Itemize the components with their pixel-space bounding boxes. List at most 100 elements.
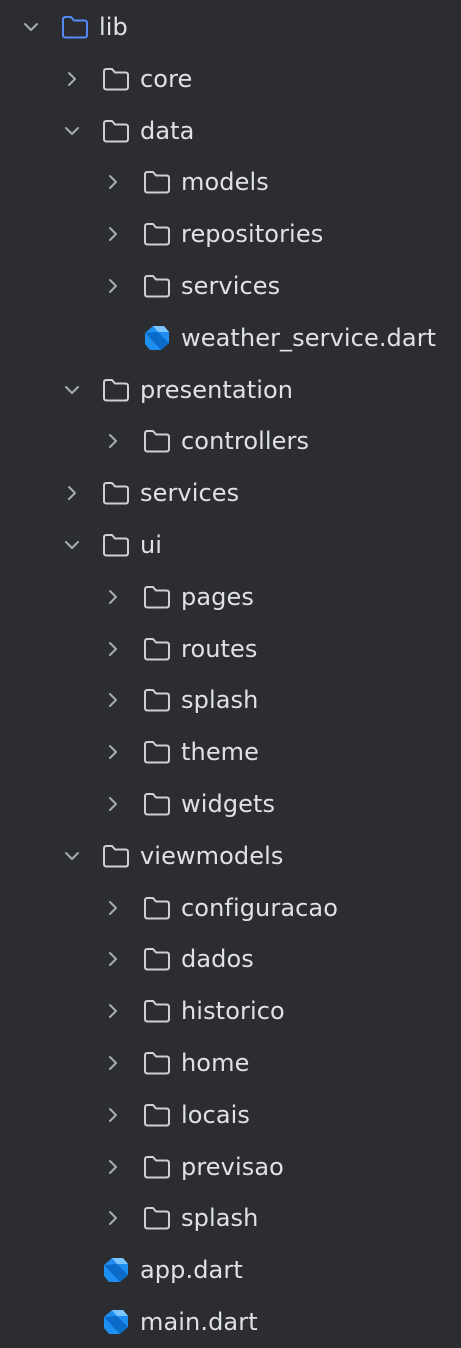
chevron-down-icon[interactable] xyxy=(61,120,83,142)
tree-folder-routes[interactable]: routes xyxy=(0,623,461,675)
chevron-right-icon[interactable] xyxy=(102,897,124,919)
folder-icon xyxy=(101,842,131,870)
tree-folder-viewmodels[interactable]: viewmodels xyxy=(0,830,461,882)
folder-icon xyxy=(101,531,131,559)
tree-folder-services[interactable]: services xyxy=(0,260,461,312)
dart-file-icon xyxy=(101,1308,131,1336)
chevron-right-icon[interactable] xyxy=(102,275,124,297)
folder-icon xyxy=(142,635,172,663)
tree-folder-ui[interactable]: ui xyxy=(0,519,461,571)
dart-file-icon xyxy=(101,1256,131,1284)
chevron-right-icon[interactable] xyxy=(102,1207,124,1229)
tree-item-label: weather_service.dart xyxy=(181,323,437,352)
tree-item-label: services xyxy=(181,272,281,300)
chevron-right-icon[interactable] xyxy=(61,68,83,90)
chevron-right-icon[interactable] xyxy=(102,638,124,660)
chevron-down-icon[interactable] xyxy=(20,16,42,38)
tree-item-label: locais xyxy=(181,1100,251,1129)
chevron-right-icon[interactable] xyxy=(102,741,124,763)
tree-folder-locais[interactable]: locais xyxy=(0,1089,461,1141)
tree-item-label: services xyxy=(140,479,240,508)
tree-item-label: data xyxy=(140,116,195,145)
tree-file-main-dart[interactable]: main.dart xyxy=(0,1296,461,1348)
tree-folder-home[interactable]: home xyxy=(0,1037,461,1089)
chevron-right-icon[interactable] xyxy=(102,689,124,711)
folder-icon xyxy=(60,13,90,41)
tree-item-label: dados xyxy=(181,945,254,974)
tree-folder-configuracao[interactable]: configuracao xyxy=(0,882,461,934)
project-tree: lib core data models repositories services wea… xyxy=(0,0,461,1337)
folder-icon xyxy=(142,583,172,611)
chevron-right-icon[interactable] xyxy=(102,793,124,815)
tree-item-label: presentation xyxy=(140,375,294,404)
folder-icon xyxy=(142,894,172,922)
folder-icon xyxy=(101,479,131,507)
chevron-down-icon[interactable] xyxy=(61,379,83,401)
tree-file-app-dart[interactable]: app.dart xyxy=(0,1244,461,1296)
tree-item-label: theme xyxy=(181,738,260,767)
tree-folder-core[interactable]: core xyxy=(0,53,461,105)
tree-file-weather-service-dart[interactable]: weather_service.dart xyxy=(0,312,461,364)
tree-item-label: app.dart xyxy=(140,1256,243,1285)
tree-item-label: widgets xyxy=(181,790,276,818)
chevron-right-icon[interactable] xyxy=(102,1000,124,1022)
tree-folder-services[interactable]: services xyxy=(0,467,461,519)
chevron-right-icon[interactable] xyxy=(102,948,124,970)
folder-icon xyxy=(142,272,172,300)
tree-folder-repositories[interactable]: repositories xyxy=(0,208,461,260)
tree-item-label: controllers xyxy=(181,427,310,456)
chevron-right-icon[interactable] xyxy=(102,1156,124,1178)
tree-folder-models[interactable]: models xyxy=(0,156,461,208)
dart-file-icon xyxy=(142,324,172,352)
tree-item-label: models xyxy=(181,168,269,197)
folder-icon xyxy=(142,1153,172,1181)
tree-item-label: pages xyxy=(181,582,254,611)
tree-folder-splash[interactable]: splash xyxy=(0,674,461,726)
tree-folder-presentation[interactable]: presentation xyxy=(0,364,461,416)
folder-icon xyxy=(142,168,172,196)
tree-item-label: splash xyxy=(181,1204,259,1233)
tree-item-label: home xyxy=(181,1049,250,1077)
chevron-right-icon[interactable] xyxy=(61,482,83,504)
tree-folder-widgets[interactable]: widgets xyxy=(0,778,461,830)
chevron-right-icon[interactable] xyxy=(102,430,124,452)
chevron-right-icon[interactable] xyxy=(102,586,124,608)
folder-icon xyxy=(142,1204,172,1232)
tree-folder-theme[interactable]: theme xyxy=(0,726,461,778)
folder-icon xyxy=(101,65,131,93)
tree-folder-data[interactable]: data xyxy=(0,105,461,157)
tree-folder-controllers[interactable]: controllers xyxy=(0,415,461,467)
tree-item-label: viewmodels xyxy=(140,841,284,870)
folder-icon xyxy=(101,376,131,404)
folder-icon xyxy=(142,686,172,714)
tree-item-label: previsao xyxy=(181,1152,284,1181)
folder-icon xyxy=(142,738,172,766)
tree-folder-previsao[interactable]: previsao xyxy=(0,1141,461,1193)
tree-item-label: core xyxy=(140,64,193,93)
chevron-right-icon[interactable] xyxy=(102,1052,124,1074)
tree-item-label: main.dart xyxy=(140,1308,258,1336)
chevron-right-icon[interactable] xyxy=(102,171,124,193)
chevron-right-icon[interactable] xyxy=(102,1104,124,1126)
tree-folder-historico[interactable]: historico xyxy=(0,985,461,1037)
tree-item-label: splash xyxy=(181,686,259,715)
folder-icon xyxy=(142,945,172,973)
tree-item-label: ui xyxy=(140,531,163,559)
folder-icon xyxy=(142,790,172,818)
folder-icon xyxy=(142,1101,172,1129)
tree-folder-dados[interactable]: dados xyxy=(0,933,461,985)
tree-item-label: routes xyxy=(181,634,258,663)
tree-item-label: configuracao xyxy=(181,893,339,922)
tree-item-label: historico xyxy=(181,997,285,1026)
tree-folder-pages[interactable]: pages xyxy=(0,571,461,623)
chevron-right-icon[interactable] xyxy=(102,223,124,245)
chevron-down-icon[interactable] xyxy=(61,534,83,556)
tree-item-label: lib xyxy=(99,13,128,41)
folder-icon xyxy=(142,427,172,455)
folder-icon xyxy=(142,220,172,248)
tree-folder-splash[interactable]: splash xyxy=(0,1192,461,1244)
chevron-down-icon[interactable] xyxy=(61,845,83,867)
tree-folder-lib[interactable]: lib xyxy=(0,1,461,53)
tree-item-label: repositories xyxy=(181,220,324,249)
folder-icon xyxy=(142,1049,172,1077)
